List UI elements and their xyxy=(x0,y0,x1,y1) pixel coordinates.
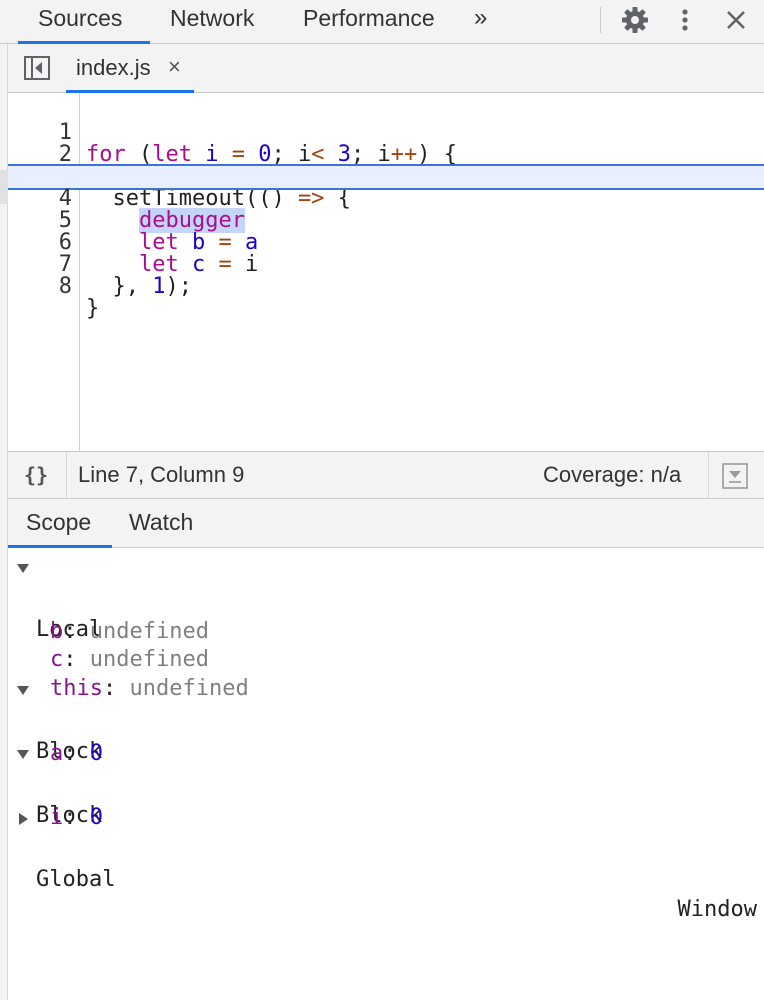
file-tab-label: index.js xyxy=(76,55,151,80)
tab-performance[interactable]: Performance xyxy=(303,0,435,44)
sidebar-strip-marker xyxy=(0,170,8,204)
code-line-8: 8 } xyxy=(8,254,764,320)
navigator-toggle-icon[interactable] xyxy=(24,56,50,80)
tab-scope[interactable]: Scope xyxy=(8,499,112,548)
scope-section-global[interactable]: Global Window xyxy=(8,805,764,922)
expand-triangle-icon[interactable] xyxy=(17,564,29,573)
code-line-text: }, 1); xyxy=(86,274,192,299)
coverage-status: Coverage: n/a xyxy=(543,462,682,487)
code-line-2: 2 let a = i xyxy=(8,122,764,188)
code-line-text: } xyxy=(86,296,100,321)
code-line-5: 5 let b = a xyxy=(8,188,764,254)
toolbar-divider xyxy=(600,7,601,33)
scope-property[interactable]: c: undefined xyxy=(8,615,764,672)
scope-property[interactable]: this: undefined xyxy=(8,644,764,701)
expand-triangle-icon[interactable] xyxy=(17,750,29,759)
more-vertical-icon[interactable] xyxy=(672,5,698,35)
editor-status-bar: {} Line 7, Column 9 Coverage: n/a xyxy=(8,451,764,499)
scope-property[interactable]: i: 0 xyxy=(8,773,764,830)
tab-watch[interactable]: Watch xyxy=(129,499,193,548)
pretty-print-icon[interactable]: {} xyxy=(24,463,48,487)
expand-triangle-icon[interactable] xyxy=(17,686,29,695)
expand-triangle-icon[interactable] xyxy=(19,813,28,825)
paused-execution-line: 4 debugger xyxy=(8,164,764,233)
code-line-7: 7 }, 1); xyxy=(8,232,764,298)
scope-section-block[interactable]: Block xyxy=(8,677,764,764)
gear-icon[interactable] xyxy=(620,5,650,35)
code-editor[interactable]: 1 for (let i = 0; i< 3; i++) { 2 let a =… xyxy=(8,93,764,451)
tab-network[interactable]: Network xyxy=(170,0,254,44)
scope-section-block[interactable]: Block xyxy=(8,741,764,828)
global-scope-value: Window xyxy=(677,897,757,922)
tab-sources[interactable]: Sources xyxy=(18,0,150,44)
scope-property[interactable]: a: 0 xyxy=(8,709,764,766)
coverage-icon[interactable] xyxy=(722,463,748,489)
code-line-6: 6 let c = i xyxy=(8,210,764,276)
status-divider xyxy=(66,452,67,498)
scope-property[interactable]: b: undefined xyxy=(8,587,764,644)
code-line-3: 3 setTimeout(() => { xyxy=(8,144,764,210)
close-icon[interactable] xyxy=(722,5,750,35)
cursor-position: Line 7, Column 9 xyxy=(78,462,245,487)
scope-section-title: Global xyxy=(36,867,116,892)
debugger-sidebar-tabs: Scope Watch xyxy=(8,499,764,548)
editor-tab-bar: index.js × xyxy=(8,44,764,93)
devtools-tab-bar: Sources Network Performance » xyxy=(0,0,764,44)
more-tabs-button[interactable]: » xyxy=(474,0,488,44)
line-number[interactable]: 8 xyxy=(8,276,72,298)
file-tab-close-button[interactable]: × xyxy=(168,54,181,80)
scope-pane: Local b: undefined c: undefined this: un… xyxy=(8,548,764,1000)
code-line-1: 1 for (let i = 0; i< 3; i++) { xyxy=(8,100,764,166)
scope-section-local[interactable]: Local xyxy=(8,555,764,642)
file-tab-index-js[interactable]: index.js × xyxy=(66,44,194,93)
status-divider xyxy=(708,452,709,498)
